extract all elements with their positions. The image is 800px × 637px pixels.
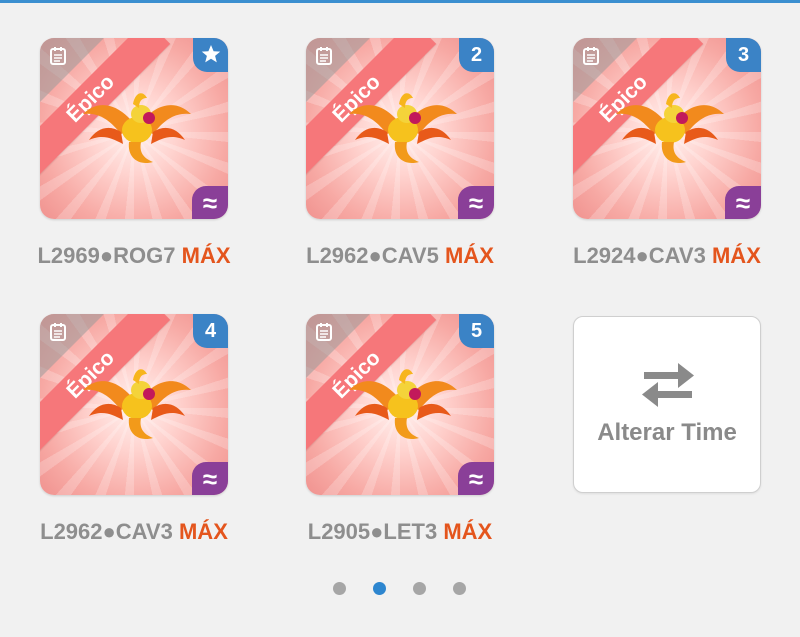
level-status: MÁX	[443, 519, 493, 544]
level-status: MÁX	[444, 243, 494, 268]
element-badge: ≈	[192, 186, 228, 219]
level-status: MÁX	[711, 243, 761, 268]
monster-label: L2962●CAV3 MÁX	[0, 519, 268, 545]
monster-code: L2962●CAV3	[40, 519, 173, 544]
swap-arrows-icon	[642, 363, 694, 407]
dragon-artwork	[83, 93, 191, 164]
leader-badge	[193, 38, 228, 72]
star-icon	[201, 45, 221, 63]
monster-code: L2962●CAV5	[306, 243, 439, 268]
element-badge: ≈	[725, 186, 761, 219]
dragon-artwork	[349, 369, 457, 440]
monster-card[interactable]: Épico 3 ≈	[573, 38, 761, 219]
monster-label: L2905●LET3 MÁX	[266, 519, 534, 545]
change-team-button[interactable]: Alterar Time	[573, 316, 761, 493]
dragon-artwork	[83, 369, 191, 440]
monster-card[interactable]: Épico 5 ≈	[306, 314, 494, 495]
monster-card[interactable]: Épico ≈	[40, 38, 228, 219]
element-badge: ≈	[458, 462, 494, 495]
notepad-icon	[316, 323, 332, 341]
page-dot-3[interactable]	[413, 582, 426, 595]
monster-code: L2905●LET3	[307, 519, 438, 544]
monster-card[interactable]: Épico 2 ≈	[306, 38, 494, 219]
team-slot-1[interactable]: Épico ≈ L2969●ROG7 MÁX	[0, 0, 231, 268]
team-slot-4[interactable]: Épico 4 ≈ L2962●CAV3 MÁX	[0, 276, 228, 544]
page-dot-4[interactable]	[453, 582, 466, 595]
team-grid: Épico ≈ L2969●ROG7 MÁX Épico 2 ≈ L2962●C…	[0, 0, 800, 560]
level-status: MÁX	[178, 519, 228, 544]
element-badge: ≈	[192, 462, 228, 495]
monster-code: L2969●ROG7	[37, 243, 176, 268]
notepad-icon	[50, 47, 66, 65]
monster-label: L2924●CAV3 MÁX	[533, 243, 800, 269]
position-badge: 5	[459, 314, 494, 348]
dragon-artwork	[349, 93, 457, 164]
element-badge: ≈	[458, 186, 494, 219]
dragon-artwork	[616, 93, 724, 164]
monster-card[interactable]: Épico 4 ≈	[40, 314, 228, 495]
notepad-icon	[316, 47, 332, 65]
notepad-icon	[50, 323, 66, 341]
position-badge: 3	[726, 38, 761, 72]
team-slot-3[interactable]: Épico 3 ≈ L2924●CAV3 MÁX	[533, 0, 761, 268]
page-dot-1[interactable]	[333, 582, 346, 595]
page-dot-2-active[interactable]	[373, 582, 386, 595]
monster-label: L2962●CAV5 MÁX	[266, 243, 534, 269]
notepad-icon	[583, 47, 599, 65]
change-team-label: Alterar Time	[597, 419, 737, 446]
team-slot-2[interactable]: Épico 2 ≈ L2962●CAV5 MÁX	[266, 0, 494, 268]
monster-label: L2969●ROG7 MÁX	[0, 243, 268, 269]
team-slot-5[interactable]: Épico 5 ≈ L2905●LET3 MÁX	[266, 276, 494, 544]
monster-code: L2924●CAV3	[573, 243, 706, 268]
position-badge: 4	[193, 314, 228, 348]
position-badge: 2	[459, 38, 494, 72]
page-indicator	[0, 578, 800, 596]
level-status: MÁX	[181, 243, 231, 268]
